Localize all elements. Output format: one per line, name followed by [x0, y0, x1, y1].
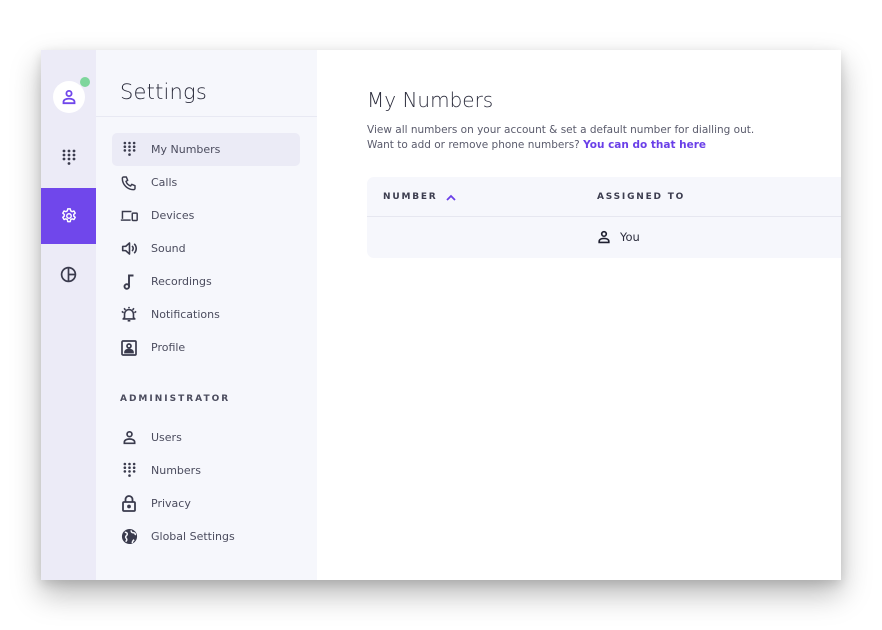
lock-icon — [122, 495, 136, 512]
description-line-2-text: Want to add or remove phone numbers? — [367, 139, 580, 151]
assigned-to-label: You — [620, 230, 640, 244]
column-header-number[interactable]: NUMBER — [383, 177, 456, 217]
menu-item-label: My Numbers — [151, 143, 221, 156]
devices-icon — [120, 210, 138, 221]
profile-avatar[interactable] — [53, 77, 90, 113]
user-icon — [123, 430, 135, 445]
presence-indicator — [80, 77, 90, 87]
table-header: NUMBER ASSIGNED TO — [367, 177, 841, 217]
profile-card-icon — [121, 339, 137, 356]
menu-item-label: Numbers — [151, 464, 201, 477]
manage-numbers-link[interactable]: You can do that here — [583, 139, 706, 151]
administrator-heading: ADMINISTRATOR — [120, 394, 231, 404]
admin-menu: Users Numbers Privacy Global Settings — [112, 421, 300, 553]
menu-item-calls[interactable]: Calls — [112, 166, 300, 199]
pie-chart-icon — [60, 266, 77, 282]
menu-item-profile[interactable]: Profile — [112, 331, 300, 364]
menu-item-recordings[interactable]: Recordings — [112, 265, 300, 298]
numbers-table: NUMBER ASSIGNED TO You — [367, 177, 841, 258]
rail-item-dialpad[interactable] — [41, 130, 96, 186]
menu-item-label: Calls — [151, 176, 178, 189]
music-note-icon — [123, 274, 134, 290]
menu-item-label: Profile — [151, 341, 186, 354]
column-header-label: ASSIGNED TO — [597, 192, 686, 202]
column-header-assigned-to[interactable]: ASSIGNED TO — [597, 177, 685, 217]
menu-item-label: Devices — [151, 209, 195, 222]
menu-item-notifications[interactable]: Notifications — [112, 298, 300, 331]
divider — [96, 116, 317, 117]
rail-item-statistics[interactable] — [41, 246, 96, 302]
rail-item-settings[interactable] — [41, 188, 96, 244]
globe-icon — [121, 528, 137, 545]
menu-item-label: Notifications — [151, 308, 220, 321]
speaker-icon — [121, 242, 137, 255]
dialpad-icon — [123, 462, 135, 477]
dialpad-icon — [62, 149, 75, 165]
menu-item-numbers[interactable]: Numbers — [112, 454, 300, 487]
menu-item-label: Recordings — [151, 275, 212, 288]
gear-icon — [61, 208, 76, 223]
app-window: Settings My Numbers Calls Devices Sound … — [41, 50, 841, 580]
menu-item-devices[interactable]: Devices — [112, 199, 300, 232]
menu-item-label: Privacy — [151, 497, 191, 510]
user-icon — [62, 90, 76, 105]
icon-rail — [41, 50, 96, 580]
phone-icon — [121, 175, 136, 190]
user-icon — [597, 230, 611, 244]
description-line-1: View all numbers on your account & set a… — [367, 124, 755, 136]
main-content: My Numbers View all numbers on your acco… — [317, 50, 841, 580]
menu-item-users[interactable]: Users — [112, 421, 300, 454]
column-header-label: NUMBER — [383, 192, 438, 202]
description-line-2: Want to add or remove phone numbers? You… — [367, 138, 754, 153]
menu-item-global-settings[interactable]: Global Settings — [112, 520, 300, 553]
bell-ringing-icon — [121, 306, 137, 322]
page-title: My Numbers — [367, 88, 494, 112]
settings-panel: Settings My Numbers Calls Devices Sound … — [96, 50, 317, 580]
dialpad-icon — [123, 141, 135, 156]
table-row[interactable]: You — [367, 217, 841, 257]
menu-item-sound[interactable]: Sound — [112, 232, 300, 265]
menu-item-label: Sound — [151, 242, 186, 255]
menu-item-label: Users — [151, 431, 182, 444]
settings-menu: My Numbers Calls Devices Sound Recording… — [112, 133, 300, 364]
menu-item-privacy[interactable]: Privacy — [112, 487, 300, 520]
cell-assigned-to: You — [597, 217, 640, 257]
page-description: View all numbers on your account & set a… — [367, 123, 754, 153]
menu-item-label: Global Settings — [151, 530, 235, 543]
menu-item-my-numbers[interactable]: My Numbers — [112, 133, 300, 166]
sort-ascending-icon — [445, 194, 456, 201]
settings-title: Settings — [120, 80, 208, 104]
